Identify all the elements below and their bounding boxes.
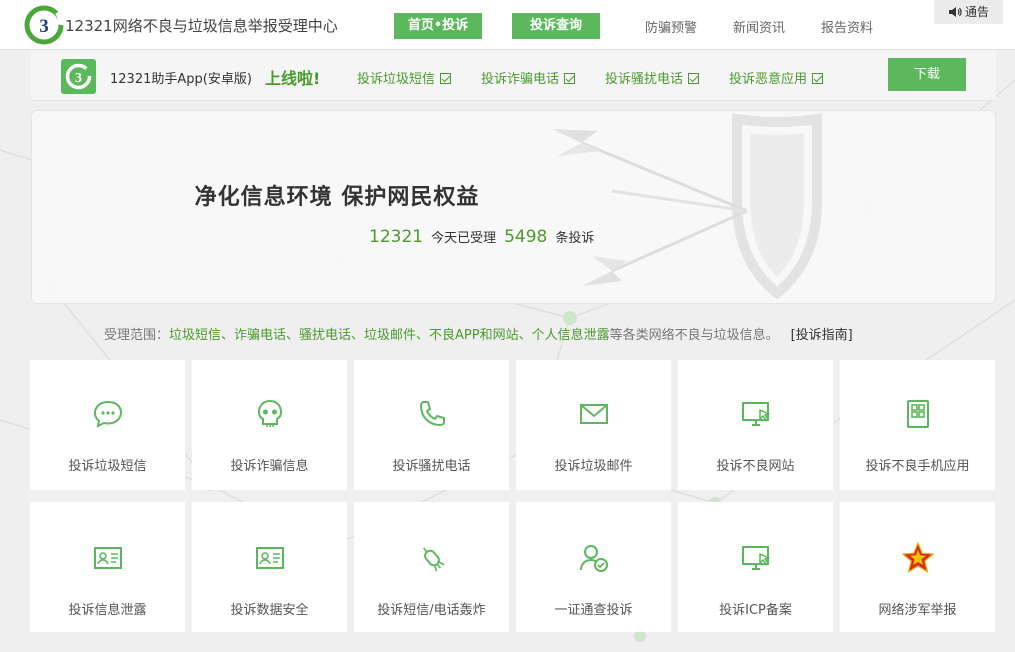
app-name: 12321助手App(安卓版) <box>110 72 252 87</box>
today-label: 今天已受理 <box>431 231 497 246</box>
envelope-icon <box>580 404 608 424</box>
chat-bubble-icon <box>93 400 123 428</box>
checkbox-icon <box>812 73 824 84</box>
feature-label: 投诉诈骗电话 <box>481 72 560 87</box>
feature-label: 投诉恶意应用 <box>729 72 808 87</box>
card-label: 投诉垃圾短信 <box>68 459 147 474</box>
card-sms-call-bombing[interactable]: 投诉短信/电话轰炸 <box>354 502 509 632</box>
card-label: 投诉ICP备案 <box>719 603 792 618</box>
card-fraud-info[interactable]: 投诉诈骗信息 <box>192 360 347 490</box>
phone-icon <box>420 401 445 426</box>
card-one-id-check[interactable]: 一证通查投诉 <box>516 502 671 632</box>
acceptance-scope: 受理范围：垃圾短信、诈骗电话、骚扰电话、垃圾邮件、不良APP和网站、个人信息泄露… <box>104 324 853 343</box>
card-spam-sms[interactable]: 投诉垃圾短信 <box>30 360 185 490</box>
nav-home-complaint-button[interactable]: 首页•投诉 <box>394 13 482 39</box>
card-military-report[interactable]: 网络涉军举报 <box>840 502 995 632</box>
checkbox-icon <box>564 73 576 84</box>
card-label: 投诉信息泄露 <box>68 603 147 618</box>
card-label: 投诉骚扰电话 <box>392 459 471 474</box>
id-card-icon <box>94 547 122 569</box>
app-feature-malicious-app[interactable]: 投诉恶意应用 <box>729 68 824 87</box>
monitor-cursor-icon <box>742 546 770 570</box>
card-label: 投诉数据安全 <box>230 603 309 618</box>
card-data-security[interactable]: 投诉数据安全 <box>192 502 347 632</box>
nav-fraud-alert-link[interactable]: 防骗预警 <box>645 17 697 36</box>
nav-news-link[interactable]: 新闻资讯 <box>733 17 785 36</box>
card-label: 投诉不良手机应用 <box>865 459 970 474</box>
complaint-stats: 12321 今天已受理 5498 条投诉 <box>361 227 594 247</box>
scope-prefix: 受理范围： <box>104 328 170 343</box>
card-bad-mobile-app[interactable]: 投诉不良手机应用 <box>840 360 995 490</box>
complaint-guide-link[interactable]: [投诉指南] <box>791 328 853 343</box>
app-grid-icon <box>907 400 929 428</box>
banner-slogan: 净化信息环境 保护网民权益 <box>194 185 480 210</box>
notice-button[interactable]: 通告 <box>934 0 1003 24</box>
total-label: 条投诉 <box>555 231 595 246</box>
speaker-icon <box>948 7 962 17</box>
feature-label: 投诉垃圾短信 <box>357 72 436 87</box>
card-info-leak[interactable]: 投诉信息泄露 <box>30 502 185 632</box>
notice-label: 通告 <box>964 5 989 19</box>
scope-items: 垃圾短信、诈骗电话、骚扰电话、垃圾邮件、不良APP和网站、个人信息泄露 <box>169 328 610 343</box>
checkbox-icon <box>688 73 700 84</box>
card-icp-filing[interactable]: 投诉ICP备案 <box>678 502 833 632</box>
id-card-icon <box>256 547 284 569</box>
user-check-icon <box>580 545 608 572</box>
svg-text:3: 3 <box>39 16 49 37</box>
site-logo[interactable]: 3 <box>24 4 64 46</box>
total-count: 5498 <box>504 227 548 247</box>
top-header: 3 12321网络不良与垃圾信息举报受理中心 首页•投诉 投诉查询 防骗预警 新… <box>0 0 1015 50</box>
card-label: 投诉不良网站 <box>716 459 795 474</box>
card-spam-email[interactable]: 投诉垃圾邮件 <box>516 360 671 490</box>
nav-complaint-query-button[interactable]: 投诉查询 <box>512 13 600 39</box>
app-online-text: 上线啦! <box>265 69 321 88</box>
nav-reports-link[interactable]: 报告资料 <box>821 17 873 36</box>
app-promo-bar: 3 12321助手App(安卓版) 上线啦! 投诉垃圾短信 投诉诈骗电话 投诉骚… <box>31 51 996 101</box>
skull-icon <box>257 399 283 427</box>
card-label: 投诉短信/电话轰炸 <box>377 603 486 618</box>
site-title: 12321网络不良与垃圾信息举报受理中心 <box>65 17 338 35</box>
monitor-cursor-icon <box>742 402 770 426</box>
today-count: 12321 <box>369 227 424 247</box>
card-label: 投诉诈骗信息 <box>230 459 309 474</box>
feature-label: 投诉骚扰电话 <box>605 72 684 87</box>
download-button[interactable]: 下载 <box>888 58 966 91</box>
card-label: 网络涉军举报 <box>878 603 957 618</box>
scope-suffix: 等各类网络不良与垃圾信息。 <box>609 328 779 343</box>
hero-banner: 净化信息环境 保护网民权益 12321 今天已受理 5498 条投诉 <box>31 110 996 304</box>
app-feature-fraud-call[interactable]: 投诉诈骗电话 <box>481 68 576 87</box>
card-bad-website[interactable]: 投诉不良网站 <box>678 360 833 490</box>
card-label: 投诉垃圾邮件 <box>554 459 633 474</box>
army-star-icon <box>902 542 934 574</box>
bomb-icon <box>423 547 445 572</box>
app-feature-spam-sms[interactable]: 投诉垃圾短信 <box>357 68 452 87</box>
app-logo-icon: 3 <box>61 59 96 94</box>
card-harassment-call[interactable]: 投诉骚扰电话 <box>354 360 509 490</box>
app-feature-harassment-call[interactable]: 投诉骚扰电话 <box>605 68 700 87</box>
svg-text:3: 3 <box>75 71 82 86</box>
checkbox-icon <box>440 73 452 84</box>
card-label: 一证通查投诉 <box>554 603 633 618</box>
